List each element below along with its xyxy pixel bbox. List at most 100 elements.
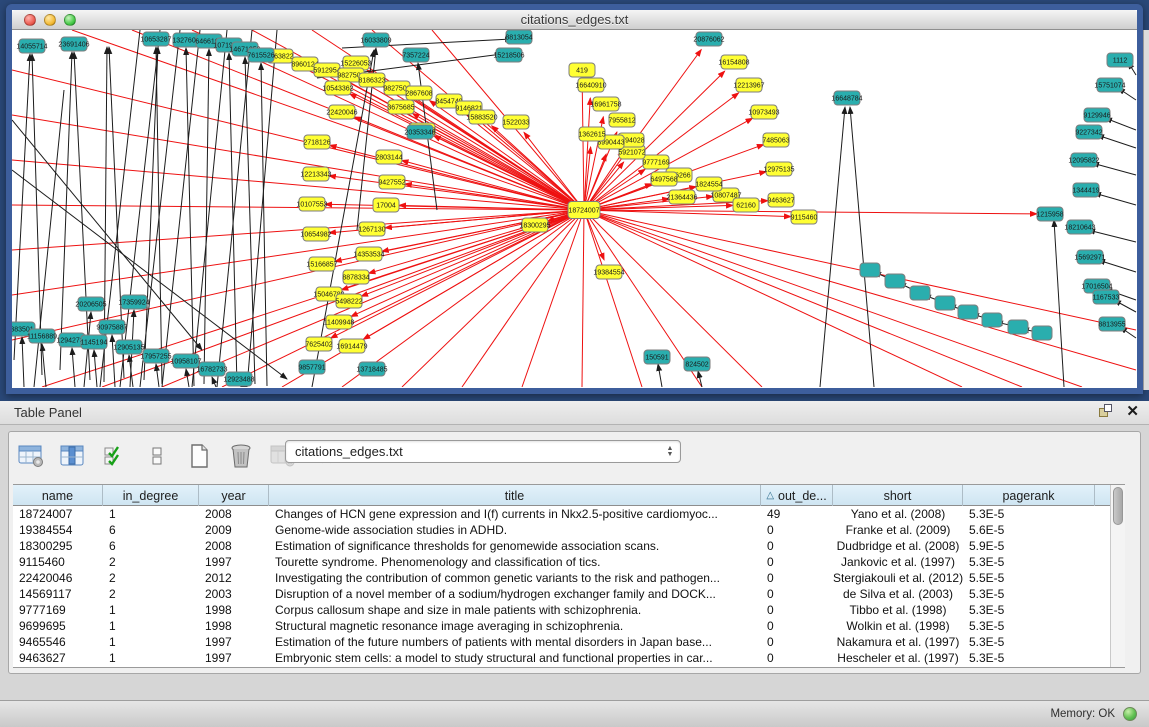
graph-node[interactable] xyxy=(1073,183,1099,197)
float-panel-icon[interactable] xyxy=(1099,404,1114,419)
graph-node[interactable] xyxy=(199,362,225,376)
graph-node[interactable] xyxy=(885,274,905,288)
graph-node[interactable] xyxy=(81,335,107,349)
graph-node[interactable] xyxy=(910,286,930,300)
delete-rows-trash-icon[interactable] xyxy=(227,442,255,470)
graph-node[interactable] xyxy=(336,294,362,308)
graph-node[interactable] xyxy=(1097,78,1123,92)
graph-node[interactable] xyxy=(791,210,817,224)
table-row[interactable]: 946362711997Embryonic stem cells: a mode… xyxy=(13,650,1125,666)
graph-node[interactable] xyxy=(579,127,605,141)
graph-node[interactable] xyxy=(1067,220,1093,234)
table-row[interactable]: 1830029562008Estimation of significance … xyxy=(13,538,1125,554)
graph-node[interactable] xyxy=(1032,326,1052,340)
graph-node[interactable] xyxy=(407,125,433,139)
graph-node[interactable] xyxy=(314,63,340,77)
graph-node[interactable] xyxy=(343,270,369,284)
graph-node[interactable] xyxy=(373,198,399,212)
graph-node[interactable] xyxy=(299,360,325,374)
table-selector-combo[interactable]: citations_edges.txt ▲▼ xyxy=(285,440,681,463)
table-row[interactable]: 969969511998Structural magnetic resonanc… xyxy=(13,618,1125,634)
graph-node[interactable] xyxy=(304,135,330,149)
new-document-icon[interactable] xyxy=(185,442,213,470)
graph-node[interactable] xyxy=(1099,317,1125,331)
row-select-checks-icon[interactable] xyxy=(101,442,129,470)
column-header-name[interactable]: name xyxy=(13,485,103,506)
graph-node[interactable] xyxy=(226,372,252,386)
graph-node[interactable] xyxy=(496,48,522,62)
graph-node[interactable] xyxy=(1076,125,1102,139)
graph-node[interactable] xyxy=(503,115,529,129)
graph-node[interactable] xyxy=(609,113,635,127)
graph-node[interactable] xyxy=(696,32,722,46)
graph-node[interactable] xyxy=(29,329,55,343)
scrollbar-thumb[interactable] xyxy=(1113,487,1123,525)
graph-node[interactable] xyxy=(299,197,325,211)
close-button[interactable] xyxy=(24,14,36,26)
graph-node[interactable] xyxy=(339,339,365,353)
graph-node[interactable] xyxy=(363,33,389,47)
graph-node[interactable] xyxy=(751,105,777,119)
graph-node[interactable] xyxy=(643,155,669,169)
graph-node[interactable] xyxy=(326,315,352,329)
table-row[interactable]: 911546021997Tourette syndrome. Phenomeno… xyxy=(13,554,1125,570)
graph-node[interactable] xyxy=(522,218,548,232)
graph-node[interactable] xyxy=(596,265,622,279)
graph-node[interactable] xyxy=(406,86,432,100)
graph-node[interactable] xyxy=(359,222,385,236)
graph-node[interactable] xyxy=(834,91,860,105)
graph-node[interactable] xyxy=(329,105,355,119)
graph-node[interactable] xyxy=(359,73,385,87)
graph-node[interactable] xyxy=(143,349,169,363)
graph-node[interactable] xyxy=(721,55,747,69)
graph-node[interactable] xyxy=(303,227,329,241)
graph-node[interactable] xyxy=(403,48,429,62)
table-row[interactable]: 1938455462009Genome-wide association stu… xyxy=(13,522,1125,538)
graph-node[interactable] xyxy=(763,133,789,147)
graph-node[interactable] xyxy=(644,350,670,364)
graph-node[interactable] xyxy=(1093,290,1119,304)
table-scrollbar[interactable] xyxy=(1110,485,1125,667)
graph-node[interactable] xyxy=(1084,108,1110,122)
graph-node[interactable] xyxy=(1071,153,1097,167)
graph-node[interactable] xyxy=(173,354,199,368)
graph-node[interactable] xyxy=(736,78,762,92)
graph-node[interactable] xyxy=(61,37,87,51)
graph-node[interactable] xyxy=(388,100,414,114)
graph-node[interactable] xyxy=(303,167,329,181)
graph-hub-node[interactable] xyxy=(568,202,600,219)
minimize-button[interactable] xyxy=(44,14,56,26)
graph-node[interactable] xyxy=(469,110,495,124)
network-view-window[interactable]: citations_edges.txt 18724007746382289601… xyxy=(6,4,1143,394)
graph-node[interactable] xyxy=(651,172,677,186)
graph-node[interactable] xyxy=(379,175,405,189)
column-header-pagerank[interactable]: pagerank xyxy=(963,485,1095,506)
graph-node[interactable] xyxy=(121,295,147,309)
close-panel-icon[interactable]: ✕ xyxy=(1126,404,1139,419)
graph-node[interactable] xyxy=(1077,250,1103,264)
graph-node[interactable] xyxy=(935,296,955,310)
graph-node[interactable] xyxy=(696,177,722,191)
column-header-year[interactable]: year xyxy=(199,485,269,506)
graph-node[interactable] xyxy=(506,30,532,44)
graph-node[interactable] xyxy=(982,313,1002,327)
graph-node[interactable] xyxy=(325,81,351,95)
graph-node[interactable] xyxy=(359,362,385,376)
network-canvas[interactable]: 1872400774638228960124591295415226053982… xyxy=(12,30,1137,387)
graph-node[interactable] xyxy=(1008,320,1028,334)
graph-node[interactable] xyxy=(19,39,45,53)
column-header-in_degree[interactable]: in_degree xyxy=(103,485,199,506)
table-settings-icon[interactable] xyxy=(17,442,45,470)
graph-node[interactable] xyxy=(376,150,402,164)
table-row[interactable]: 977716911998Corpus callosum shape and si… xyxy=(13,602,1125,618)
graph-node[interactable] xyxy=(173,33,199,47)
graph-node[interactable] xyxy=(356,247,382,261)
column-header-out_de[interactable]: △out_de... xyxy=(761,485,833,506)
table-row[interactable]: 946554611997Estimation of the future num… xyxy=(13,634,1125,650)
graph-node[interactable] xyxy=(309,257,335,271)
graph-node[interactable] xyxy=(1107,53,1133,67)
table-row[interactable]: 2242004622012Investigating the contribut… xyxy=(13,570,1125,586)
table-row[interactable]: 1456911722003Disruption of a novel membe… xyxy=(13,586,1125,602)
graph-node[interactable] xyxy=(248,48,274,62)
graph-node[interactable] xyxy=(78,297,104,311)
